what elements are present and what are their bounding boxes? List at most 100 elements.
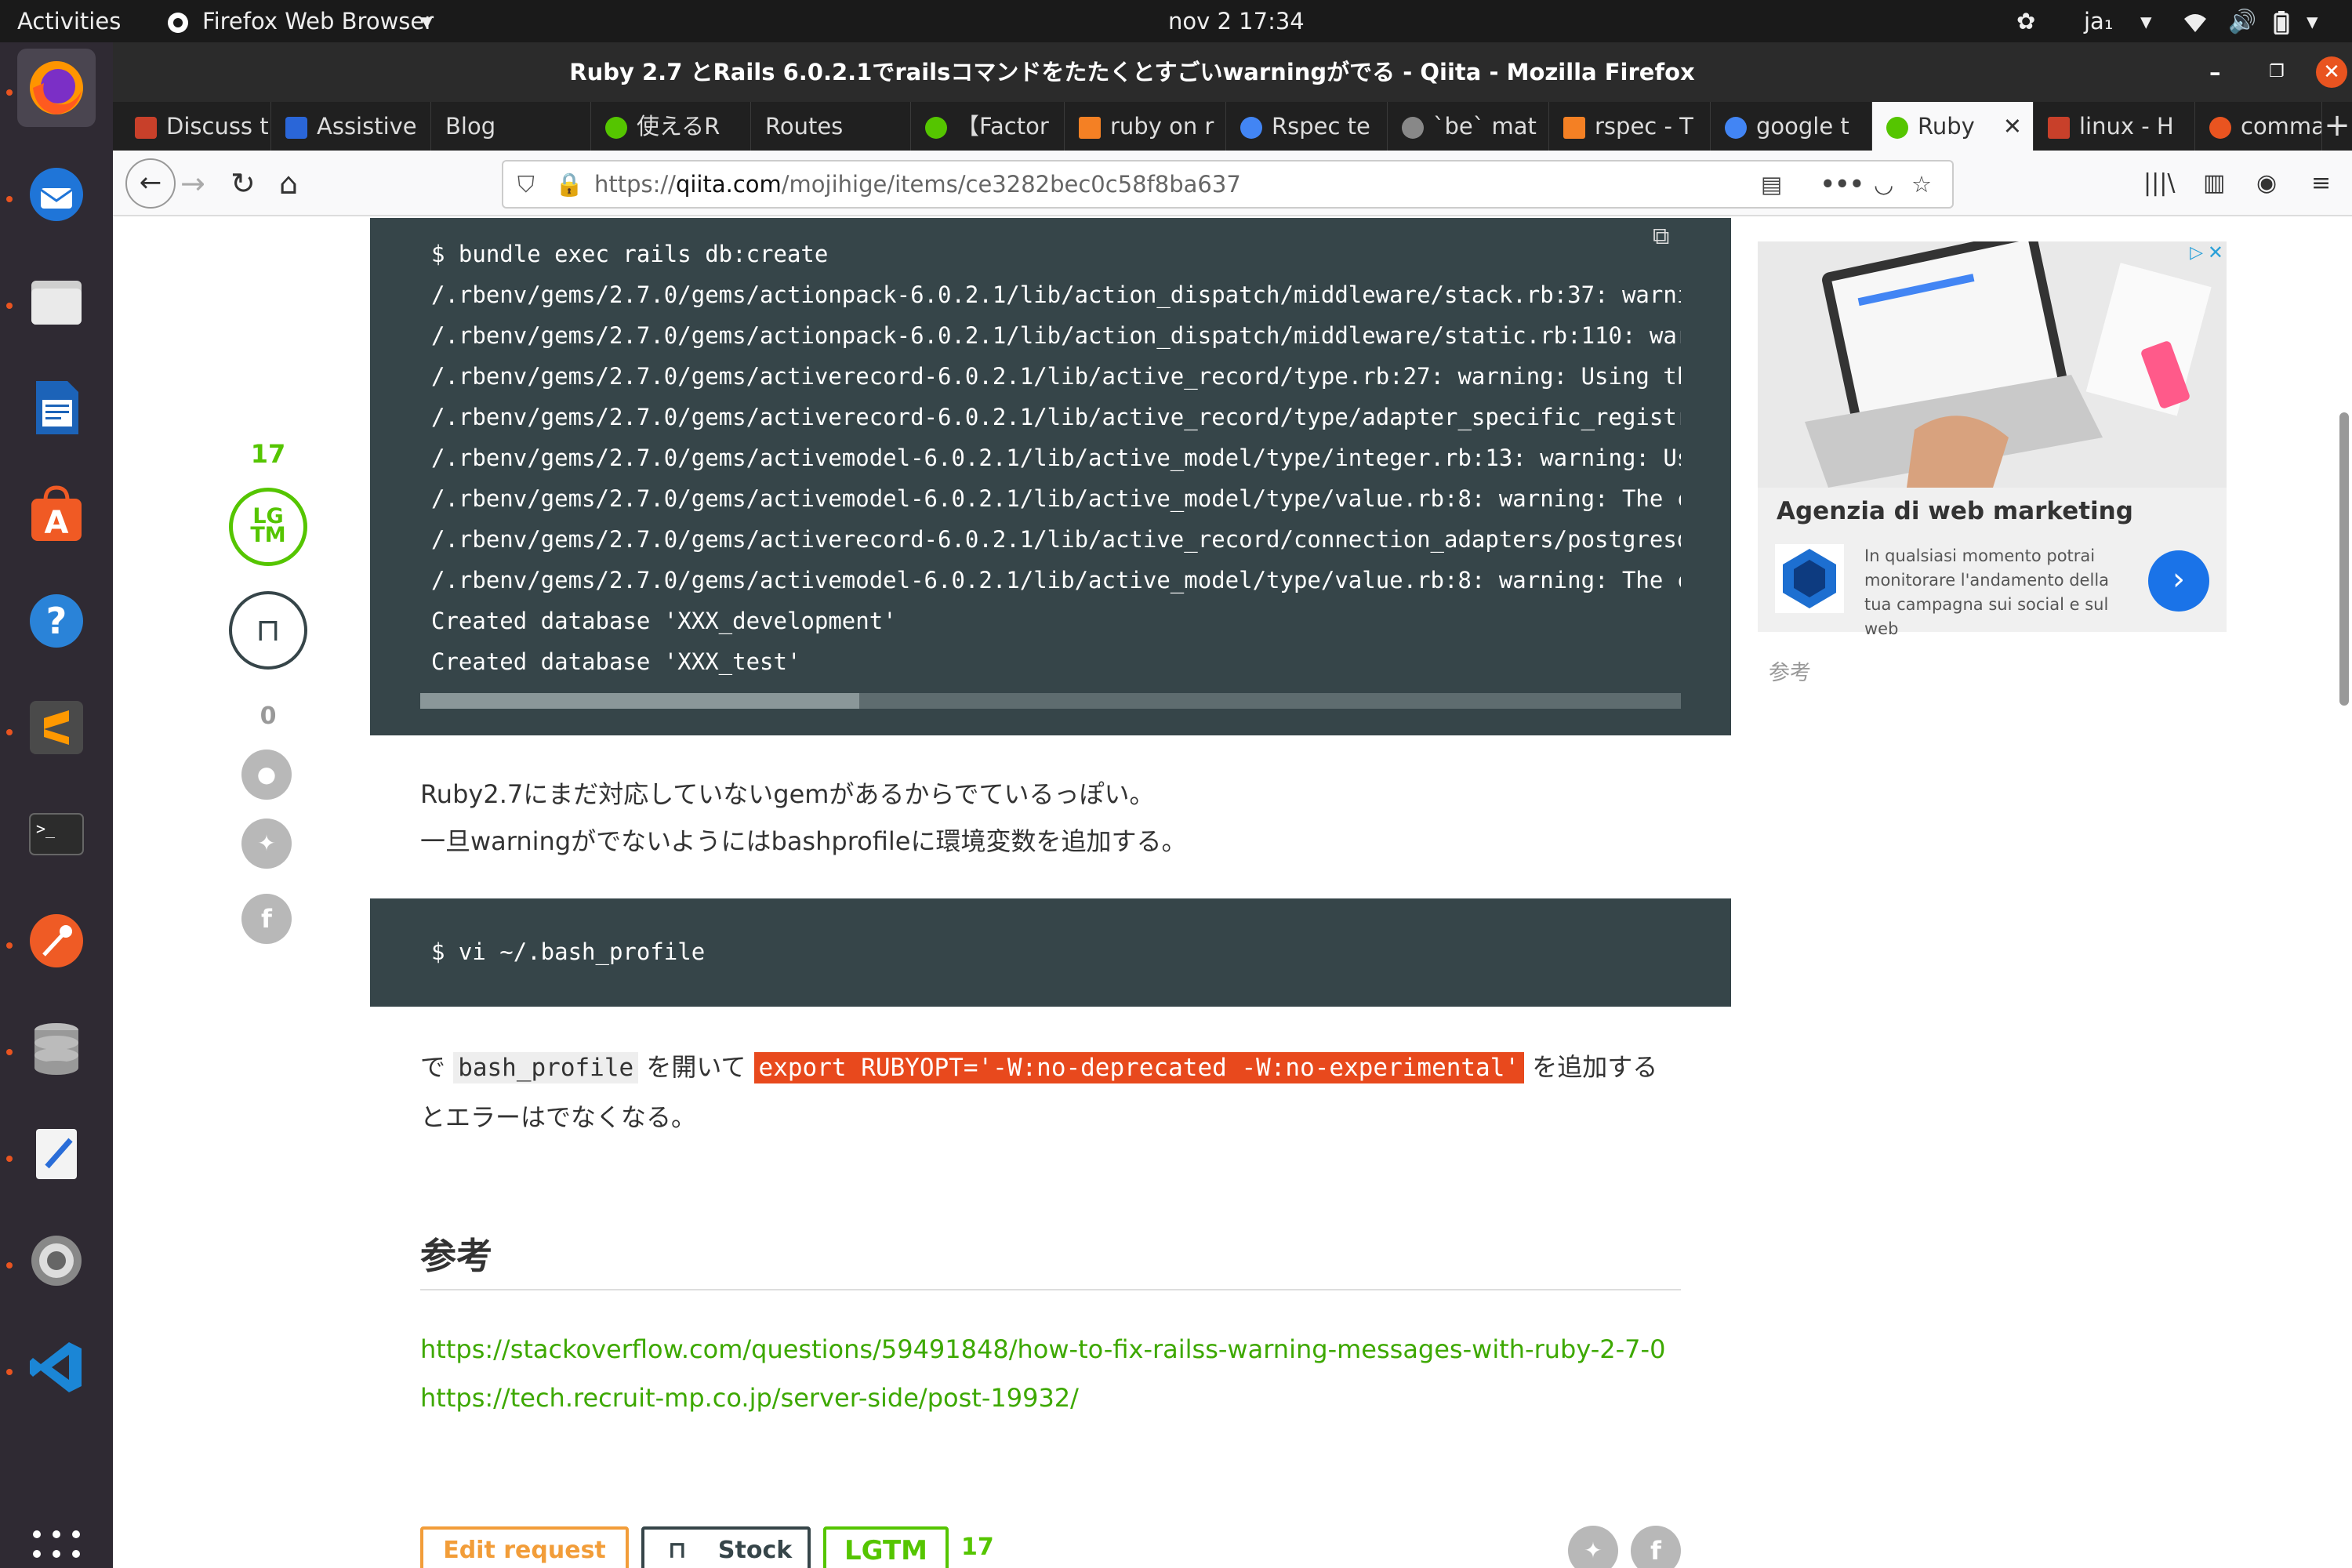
ad-next-icon[interactable]: ›: [2148, 550, 2209, 612]
forward-icon[interactable]: →: [180, 151, 205, 216]
clock[interactable]: nov 2 17:34: [1168, 0, 1305, 42]
close-window-icon[interactable]: ✕: [2316, 56, 2347, 88]
dock-software-center-icon[interactable]: A: [17, 475, 96, 554]
reference-link-recruit[interactable]: https://tech.recruit-mp.co.jp/server-sid…: [420, 1383, 1079, 1413]
dock-firefox-icon[interactable]: [17, 49, 96, 127]
like-count: 17: [250, 439, 286, 469]
dock-files-icon[interactable]: [17, 262, 96, 340]
code-line: Created database 'XXX_test': [431, 648, 801, 675]
library-icon[interactable]: |||\: [2143, 151, 2175, 216]
toc-item[interactable]: 参考: [1769, 655, 1811, 686]
tab-qiita-1[interactable]: 使えるR: [591, 102, 751, 151]
activities-button[interactable]: Activities: [17, 0, 121, 42]
dock-thunderbird-icon[interactable]: [17, 155, 96, 234]
lgtm-count: 17: [961, 1534, 994, 1561]
tab-rspec-test[interactable]: Rspec te: [1226, 102, 1388, 151]
new-tab-icon[interactable]: +: [2322, 102, 2352, 151]
comment-icon[interactable]: ●: [241, 750, 292, 800]
system-menu-chevron-icon[interactable]: ▾: [2307, 0, 2318, 42]
stock-icon: ⊓: [668, 1537, 687, 1564]
page-actions-icon[interactable]: •••: [1820, 162, 1864, 207]
tab-label: Ruby: [1918, 113, 1975, 140]
app-menu-label[interactable]: Firefox Web Browser: [202, 0, 434, 42]
minimize-icon[interactable]: –: [2209, 42, 2221, 102]
lgtm-button[interactable]: LGTM: [823, 1526, 949, 1568]
url-bar[interactable]: ⛉ 🔒 https://qiita.com/mojihige/items/ce3…: [502, 160, 1954, 209]
url-prefix: https://: [594, 171, 676, 198]
maximize-icon[interactable]: ❐: [2269, 42, 2285, 102]
tab-favicon-icon: [1886, 117, 1908, 139]
input-method-chevron-icon[interactable]: ▾: [2140, 0, 2152, 42]
dock-vscode-icon[interactable]: [17, 1328, 96, 1406]
url-path: /mojihige/items/ce3282bec0c58f8ba637: [781, 171, 1241, 198]
tab-linux[interactable]: linux - H: [2034, 102, 2195, 151]
tab-assistive[interactable]: Assistive: [271, 102, 431, 151]
tab-command[interactable]: comman: [2195, 102, 2322, 151]
code-line: $ bundle exec rails db:create: [431, 241, 829, 267]
dock-terminal-icon[interactable]: >_: [17, 795, 96, 873]
tab-discuss[interactable]: Discuss t: [121, 102, 271, 151]
ubuntu-dock: A ? >_: [0, 42, 113, 1568]
tab-blog[interactable]: Blog: [431, 102, 591, 151]
dock-database-icon[interactable]: [17, 1008, 96, 1087]
svg-text:A: A: [45, 505, 69, 541]
network-status-icon[interactable]: ✿: [2016, 0, 2035, 42]
page-scrollbar-thumb[interactable]: [2339, 412, 2349, 706]
lgtm-side-button[interactable]: LG TM: [229, 488, 307, 566]
ad-title[interactable]: Agenzia di web marketing: [1777, 497, 2133, 525]
code-scrollbar-track[interactable]: [420, 693, 1681, 709]
tab-be-matcher[interactable]: `be` mat: [1388, 102, 1549, 151]
app-menu-chevron-icon[interactable]: ▾: [421, 0, 433, 42]
reader-view-icon[interactable]: ▤: [1761, 162, 1782, 207]
battery-icon[interactable]: [2274, 0, 2289, 42]
dock-settings-icon[interactable]: [17, 1221, 96, 1300]
ad-image[interactable]: ▷ ✕: [1758, 241, 2227, 488]
code-line: /.rbenv/gems/2.7.0/gems/actionpack-6.0.2…: [431, 281, 1681, 308]
dock-postman-icon[interactable]: [17, 902, 96, 980]
tab-favicon-icon: [1563, 117, 1585, 139]
url-text[interactable]: https://qiita.com/mojihige/items/ce3282b…: [594, 162, 1241, 207]
tab-routes[interactable]: Routes: [751, 102, 911, 151]
tab-google[interactable]: google t: [1711, 102, 1872, 151]
twitter-share-icon[interactable]: ✦: [241, 818, 292, 869]
reference-link-stackoverflow[interactable]: https://stackoverflow.com/questions/5949…: [420, 1334, 1665, 1364]
stock-button[interactable]: ⊓ Stock: [641, 1526, 811, 1568]
menu-icon[interactable]: ≡: [2311, 151, 2331, 216]
dock-sublime-text-icon[interactable]: [17, 688, 96, 767]
pocket-icon[interactable]: ◡: [1874, 162, 1893, 207]
tab-ruby-active[interactable]: Ruby ✕: [1872, 102, 2034, 151]
ad-choices-icon[interactable]: ▷: [2190, 243, 2203, 263]
window-title: Ruby 2.7 とRails 6.0.2.1でrailsコマンドをたたくとすご…: [569, 59, 1695, 85]
lock-icon[interactable]: 🔒: [555, 162, 583, 207]
section-heading: 参考: [420, 1235, 492, 1277]
tab-label: 使えるR: [637, 113, 720, 140]
code-line: /.rbenv/gems/2.7.0/gems/activemodel-6.0.…: [431, 567, 1681, 593]
account-icon[interactable]: ◉: [2256, 151, 2277, 216]
home-icon[interactable]: ⌂: [279, 151, 298, 216]
sidebar-icon[interactable]: ▥: [2203, 151, 2225, 216]
tab-label: Rspec te: [1272, 113, 1370, 140]
code-scrollbar-thumb[interactable]: [420, 693, 859, 709]
dock-text-editor-icon[interactable]: [17, 1115, 96, 1193]
tracking-shield-icon[interactable]: ⛉: [517, 162, 535, 207]
dock-help-icon[interactable]: ?: [17, 582, 96, 660]
advertisement[interactable]: ▷ ✕ Agenzia di web marketing In qualsias…: [1758, 241, 2227, 638]
input-method-label[interactable]: ja₁: [2084, 0, 2113, 42]
dock-writer-icon[interactable]: [17, 368, 96, 447]
firefox-app-icon[interactable]: [166, 0, 190, 42]
show-applications-grid-icon[interactable]: [17, 1515, 96, 1568]
stock-side-button-icon[interactable]: ⊓: [229, 591, 307, 670]
tab-rspec[interactable]: rspec - T: [1549, 102, 1711, 151]
edit-request-button[interactable]: Edit request: [420, 1526, 629, 1568]
tab-factory[interactable]: 【Factor: [911, 102, 1065, 151]
wifi-icon[interactable]: [2183, 0, 2208, 42]
back-icon[interactable]: ←: [125, 158, 176, 209]
bookmark-star-icon[interactable]: ☆: [1911, 162, 1932, 207]
tab-ruby-on-rails[interactable]: ruby on r: [1065, 102, 1226, 151]
facebook-share-icon[interactable]: f: [241, 894, 292, 944]
stock-label: Stock: [717, 1537, 793, 1564]
reload-icon[interactable]: ↻: [230, 151, 256, 216]
volume-icon[interactable]: 🔊: [2228, 0, 2256, 42]
ad-close-icon[interactable]: ✕: [2208, 241, 2223, 263]
tab-close-icon[interactable]: ✕: [2003, 102, 2022, 151]
